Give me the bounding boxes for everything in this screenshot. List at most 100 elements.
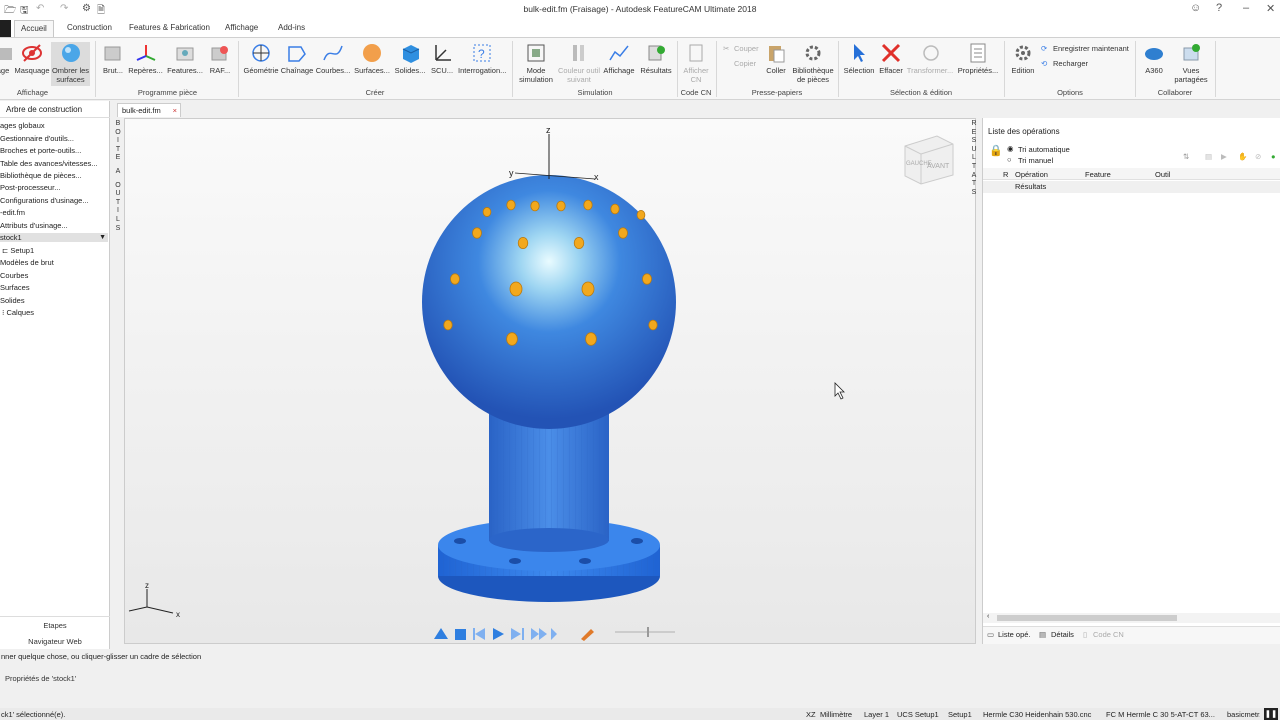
part-model[interactable]: z y x z x y GAUCHE AVANT — [125, 119, 976, 644]
lock-icon[interactable]: 🔒 — [989, 144, 1003, 157]
status-ucs[interactable]: UCS Setup1 — [897, 710, 939, 719]
raf-button[interactable]: RAF... — [206, 42, 234, 75]
slider-thumb[interactable] — [647, 627, 649, 637]
view-cube[interactable]: GAUCHE AVANT — [904, 135, 954, 185]
tab-liste-ope[interactable]: Liste opé. — [998, 630, 1031, 639]
hide-button[interactable]: age — [0, 42, 12, 75]
sort-icon[interactable]: ⇅ — [1183, 152, 1189, 161]
tree-item[interactable]: ages globaux — [0, 121, 45, 130]
close-button[interactable]: ✕ — [1266, 2, 1275, 15]
community-icon[interactable]: ☺ — [1190, 2, 1201, 14]
play-icon[interactable] — [493, 628, 504, 640]
interrogation-button[interactable]: ? Interrogation... — [458, 42, 506, 75]
features-button[interactable]: Features... — [166, 42, 204, 75]
edition-button[interactable]: Edition — [1008, 42, 1038, 75]
mode-simulation-button[interactable]: Mode simulation — [516, 42, 556, 84]
proprietes-button[interactable]: Propriétés... — [956, 42, 1000, 75]
document-tab[interactable]: bulk-edit.fm × — [117, 103, 181, 117]
scu-button[interactable]: SCU... — [428, 42, 456, 75]
tree-item[interactable]: -edit.fm — [0, 208, 25, 217]
bibliotheque-button[interactable]: Bibliothèque de pièces — [790, 42, 836, 84]
radio-manual[interactable]: ○ — [1007, 155, 1012, 164]
tree-item[interactable]: Table des avances/vitesses... — [0, 159, 98, 168]
tree-item[interactable]: Surfaces — [0, 283, 30, 292]
tree-item[interactable]: Broches et porte-outils... — [0, 146, 81, 155]
coller-button[interactable]: Coller — [762, 42, 790, 75]
close-tab-icon[interactable]: × — [173, 104, 177, 117]
brush-icon[interactable] — [581, 629, 594, 641]
effacer-button[interactable]: Effacer — [876, 42, 906, 75]
tab-features[interactable]: Features & Fabrication — [123, 20, 216, 37]
reperes-button[interactable]: Repères... — [128, 42, 163, 75]
tab-construction[interactable]: Construction — [61, 20, 118, 37]
step-forward-icon[interactable] — [511, 628, 524, 640]
masquage-button[interactable]: Masquage — [13, 42, 51, 75]
selection-button[interactable]: Sélection — [841, 42, 877, 75]
brut-button[interactable]: Brut... — [99, 42, 127, 75]
status-fc[interactable]: FC M Hermle C 30 5-AT-CT 63... — [1106, 710, 1215, 719]
file-tab[interactable] — [0, 20, 11, 37]
tab-code-cn[interactable]: Code CN — [1093, 630, 1124, 639]
tab-etapes[interactable]: Etapes — [0, 621, 110, 630]
help-icon[interactable]: ? — [1216, 2, 1222, 14]
recharger-button[interactable]: Recharger — [1053, 59, 1088, 68]
ombrer-button[interactable]: Ombrer les surfaces — [51, 42, 90, 86]
courbes-button[interactable]: Courbes... — [314, 42, 352, 75]
tab-details[interactable]: Détails — [1051, 630, 1074, 639]
results-strip[interactable]: RESULTATS — [969, 118, 981, 208]
status-setup[interactable]: Setup1 — [948, 710, 972, 719]
scroll-left-icon[interactable]: ‹ — [987, 613, 989, 620]
stop-icon[interactable] — [455, 629, 466, 640]
tab-navigateur-web[interactable]: Navigateur Web — [0, 637, 110, 646]
step-back-icon[interactable] — [473, 628, 485, 640]
afficher-cn-button[interactable]: Afficher CN — [679, 42, 713, 84]
speed-slider[interactable] — [615, 627, 675, 637]
tree-item[interactable]: Post-processeur... — [0, 183, 60, 192]
status-basic[interactable]: basicmetr... — [1227, 710, 1260, 719]
dropdown-arrow-icon[interactable]: ▼ — [99, 234, 106, 241]
toolbox-strip[interactable]: BOITEAOUTILS — [113, 118, 123, 638]
delete-icon[interactable]: ⊘ — [1255, 152, 1261, 161]
tab-addins[interactable]: Add-ins — [272, 20, 311, 37]
add-icon[interactable]: ● — [1271, 152, 1276, 161]
tree-item[interactable]: ⊏ Setup1 — [2, 246, 34, 255]
transformer-button[interactable]: Transformer... — [906, 42, 954, 75]
eject-icon[interactable] — [434, 628, 448, 639]
3d-viewport[interactable]: z y x z x y GAUCHE AVANT — [124, 118, 976, 644]
tab-accueil[interactable]: Accueil — [14, 20, 54, 37]
minimize-button[interactable]: – — [1243, 2, 1249, 14]
pause-icon[interactable]: ❚❚ — [1264, 708, 1278, 720]
tree-item[interactable]: Modèles de brut — [0, 258, 54, 267]
list-icon[interactable]: ▤ — [1205, 152, 1212, 161]
status-machine[interactable]: Hermle C30 Heidenhain 530.cnc — [983, 710, 1091, 719]
solides-button[interactable]: Solides... — [394, 42, 426, 75]
horizontal-scrollbar[interactable]: ‹ — [983, 613, 1280, 623]
resultats-button[interactable]: Résultats — [638, 42, 674, 75]
tree-item[interactable]: Bibliothèque de pièces... — [0, 171, 82, 180]
couper-button[interactable]: Couper — [734, 44, 759, 53]
enregistrer-button[interactable]: Enregistrer maintenant — [1053, 44, 1129, 53]
couleur-outil-button[interactable]: Couleur outil suivant — [557, 42, 601, 84]
geometrie-button[interactable]: Géométrie — [243, 42, 279, 75]
tree-item-selected[interactable]: stock1 ▼ — [0, 233, 108, 242]
tab-affichage[interactable]: Affichage — [219, 20, 264, 37]
tree-item[interactable]: Attributs d'usinage... — [0, 221, 68, 230]
tree-item[interactable]: Gestionnaire d'outils... — [0, 134, 74, 143]
status-plane[interactable]: XZ — [806, 710, 816, 719]
status-layer[interactable]: Layer 1 — [864, 710, 889, 719]
surfaces-button[interactable]: Surfaces... — [353, 42, 391, 75]
tree-item[interactable]: ⁝ Calques — [2, 308, 34, 317]
radio-auto[interactable]: ◉ — [1007, 144, 1014, 153]
chainage-button[interactable]: Chaînage — [280, 42, 314, 75]
status-units[interactable]: Millimètre — [820, 710, 852, 719]
affichage-sim-button[interactable]: Affichage — [601, 42, 637, 75]
scroll-thumb[interactable] — [997, 615, 1177, 621]
tree-item[interactable]: Solides — [0, 296, 25, 305]
vues-partagees-button[interactable]: Vues partagées — [1170, 42, 1212, 84]
a360-button[interactable]: A360 — [1140, 42, 1168, 75]
copier-button[interactable]: Copier — [734, 59, 756, 68]
tree-item[interactable]: Configurations d'usinage... — [0, 196, 89, 205]
tree-item[interactable]: Courbes — [0, 271, 28, 280]
move-icon[interactable]: ▶ — [1221, 152, 1227, 161]
hand-icon[interactable]: ✋ — [1238, 152, 1247, 161]
